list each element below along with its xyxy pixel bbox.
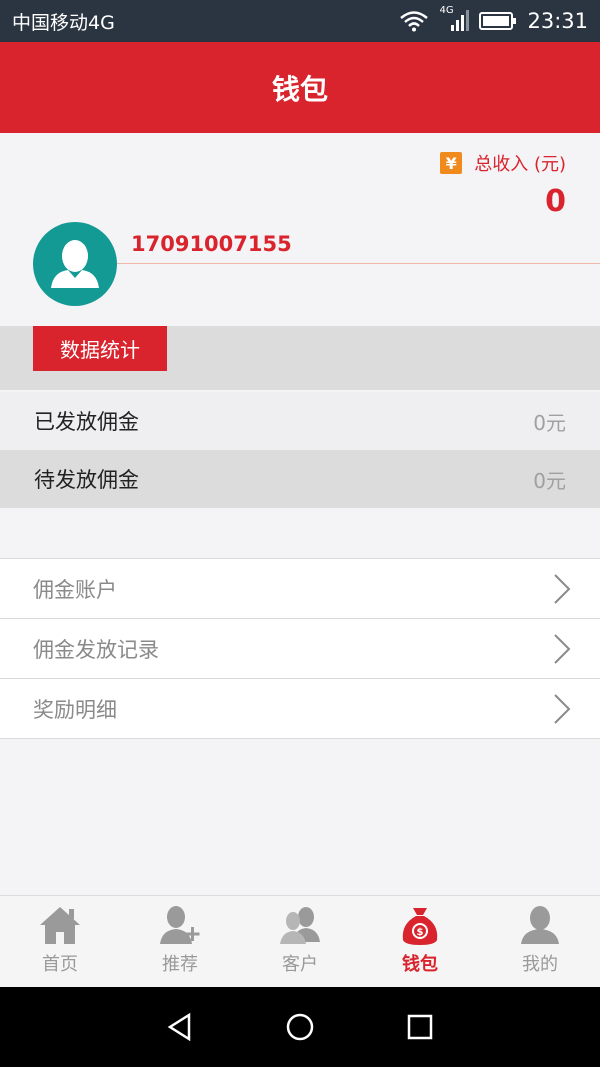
user-silhouette-icon: [51, 240, 99, 288]
recent-apps-icon[interactable]: [405, 1012, 435, 1042]
battery-icon: [479, 12, 517, 30]
carrier-label: 中国移动4G: [12, 11, 115, 34]
home-icon: [40, 907, 80, 944]
status-bar: 中国移动4G 4G 23:31: [0, 0, 600, 42]
user-icon: [521, 906, 559, 944]
chevron-right-icon: [554, 633, 571, 664]
income-value: 0: [545, 184, 566, 219]
menu-item-commission-account[interactable]: 佣金账户: [0, 559, 600, 619]
stat-value: 0元: [533, 410, 566, 435]
phone-number: 17091007155: [131, 232, 292, 256]
status-icons: 4G 23:31: [399, 5, 588, 33]
avatar[interactable]: [33, 222, 117, 306]
status-time: 23:31: [527, 9, 588, 33]
bottom-tab-bar: 首页 推荐 客户 $ 钱包 我的: [0, 895, 600, 987]
income-label: 总收入 (元): [474, 154, 566, 175]
wallet-menu: 佣金账户 佣金发放记录 奖励明细: [0, 558, 600, 739]
stat-label: 待发放佣金: [34, 468, 139, 492]
back-icon[interactable]: [165, 1012, 195, 1042]
home-circle-icon[interactable]: [285, 1012, 315, 1042]
menu-item-label: 佣金发放记录: [33, 637, 159, 662]
tab-wallet[interactable]: $ 钱包: [360, 896, 480, 987]
add-user-icon: [160, 906, 200, 944]
tab-home[interactable]: 首页: [0, 896, 120, 987]
signal-icon: 4G: [439, 5, 470, 33]
svg-text:$: $: [417, 927, 424, 938]
tab-label: 钱包: [402, 954, 438, 975]
menu-item-label: 奖励明细: [33, 697, 117, 722]
tab-label: 首页: [42, 954, 78, 975]
customers-icon: [280, 907, 320, 944]
menu-item-commission-records[interactable]: 佣金发放记录: [0, 619, 600, 679]
tab-recommend[interactable]: 推荐: [120, 896, 240, 987]
stat-label: 已发放佣金: [34, 410, 139, 434]
tab-label: 客户: [282, 954, 318, 975]
stats-tag: 数据统计: [33, 326, 167, 371]
tab-label: 我的: [522, 954, 558, 975]
money-bag-icon: $: [402, 908, 438, 945]
app-header: 钱包: [0, 42, 600, 133]
menu-item-label: 佣金账户: [33, 577, 117, 602]
stat-row-pending: 待发放佣金 0元: [0, 450, 600, 508]
tab-mine[interactable]: 我的: [480, 896, 600, 987]
wifi-icon: [400, 11, 429, 32]
stat-value: 0元: [533, 468, 566, 493]
tab-label: 推荐: [162, 954, 198, 975]
tab-customers[interactable]: 客户: [240, 896, 360, 987]
yen-icon: ¥: [440, 152, 463, 174]
stat-row-paid: 已发放佣金 0元: [0, 392, 600, 450]
income-label-row: ¥ 总收入 (元): [440, 150, 566, 176]
page-title: 钱包: [271, 72, 328, 106]
income-summary: ¥ 总收入 (元) 0: [440, 150, 566, 219]
phone-divider: [117, 263, 600, 264]
menu-item-reward-details[interactable]: 奖励明细: [0, 679, 600, 739]
chevron-right-icon: [554, 693, 571, 724]
system-nav-bar: [0, 987, 600, 1067]
chevron-right-icon: [554, 573, 571, 604]
